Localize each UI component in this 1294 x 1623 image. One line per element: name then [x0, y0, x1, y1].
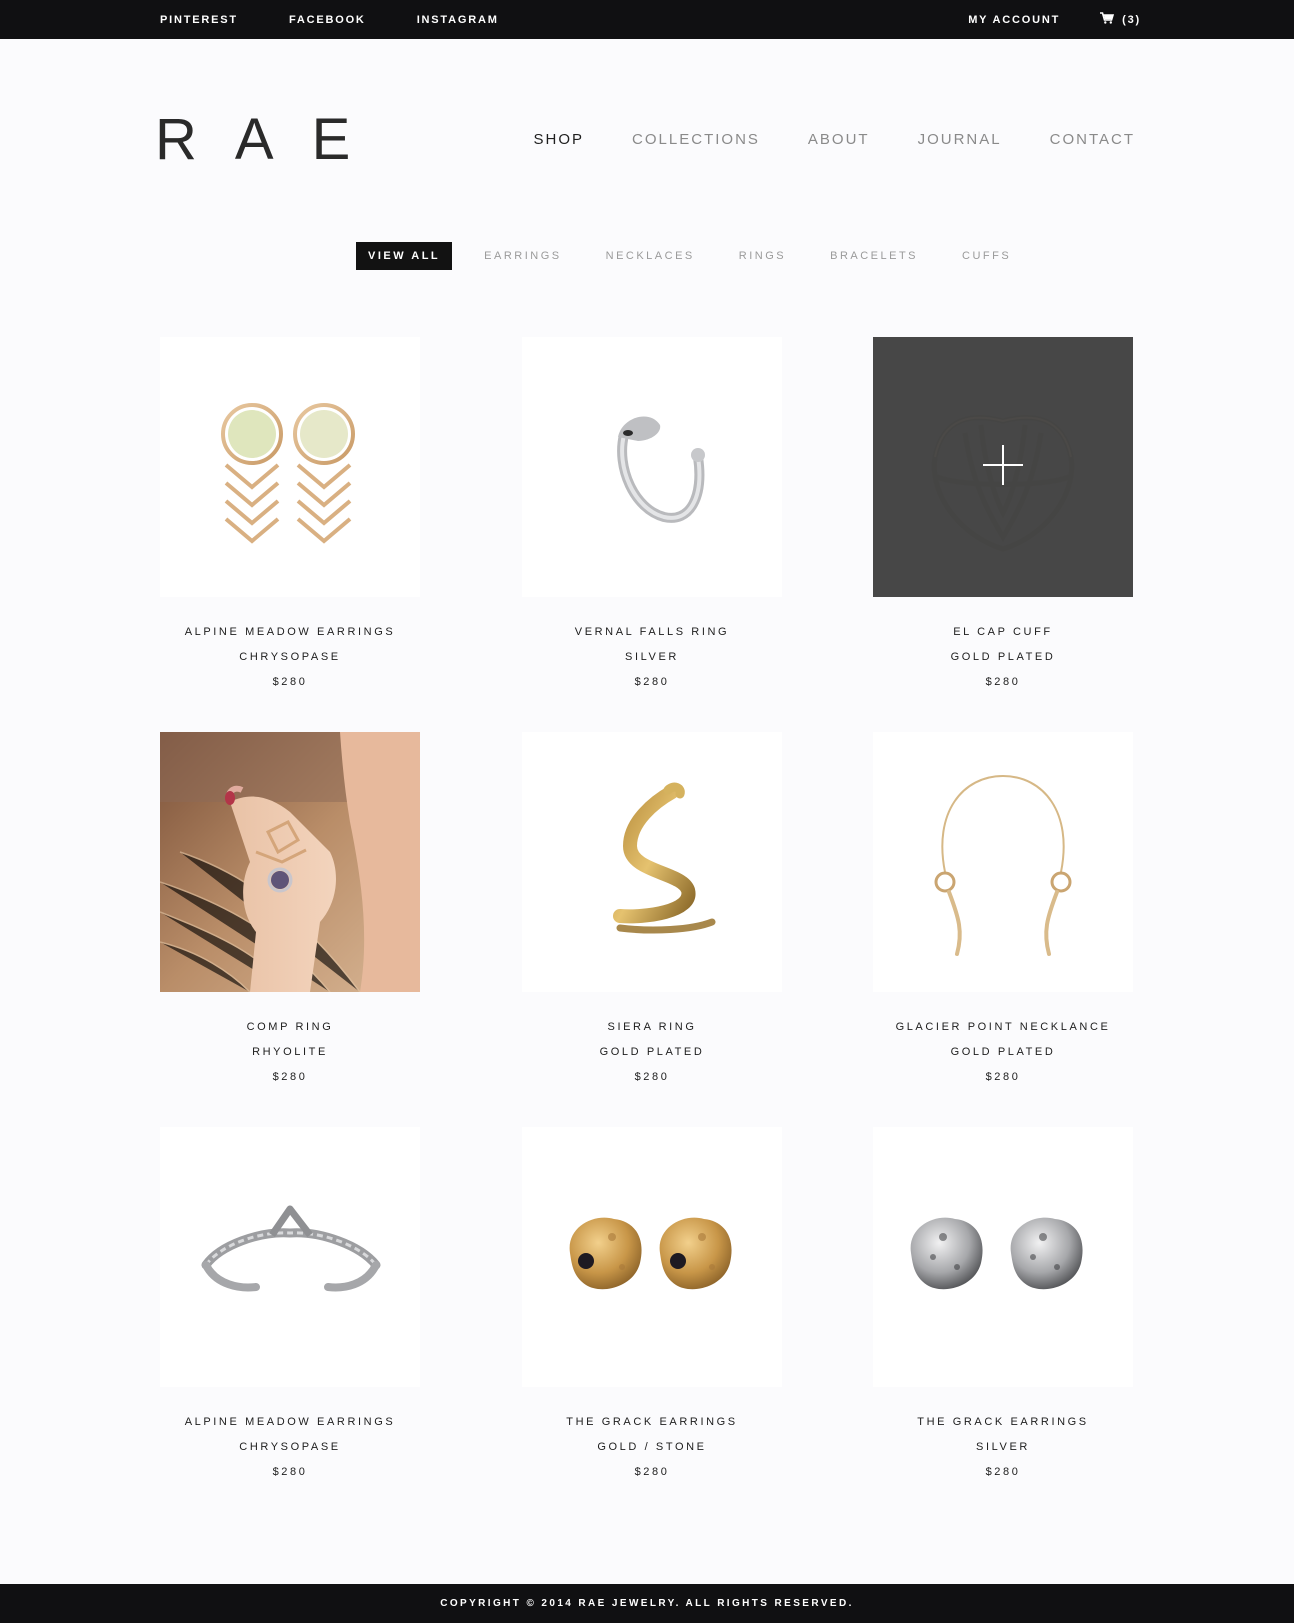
product-info: ALPINE MEADOW EARRINGS CHRYSOPASE $280 [120, 620, 460, 695]
product-price: $280 [272, 676, 308, 688]
product-name: ALPINE MEADOW EARRINGS [184, 1416, 396, 1428]
footer: COPYRIGHT © 2014 RAE JEWELRY. ALL RIGHTS… [0, 1584, 1294, 1623]
product-name: EL CAP CUFF [953, 626, 1053, 638]
product-image[interactable] [160, 732, 420, 992]
pinterest-link[interactable]: PINTEREST [160, 14, 238, 26]
nav-contact[interactable]: CONTACT [1050, 131, 1135, 148]
product-image[interactable] [522, 732, 782, 992]
product-material: GOLD / STONE [597, 1441, 707, 1453]
product-name: GLACIER POINT NECKLANCE [895, 1021, 1111, 1033]
product-material: GOLD PLATED [950, 1046, 1056, 1058]
product-name: SIERA RING [607, 1021, 697, 1033]
cart-button[interactable]: (3) [1100, 12, 1141, 27]
instagram-link[interactable]: INSTAGRAM [417, 14, 499, 26]
product-material: GOLD PLATED [599, 1046, 705, 1058]
product-price: $280 [634, 1071, 670, 1083]
product-price: $280 [272, 1466, 308, 1478]
filter-bracelets[interactable]: BRACELETS [830, 250, 918, 262]
product-info: GLACIER POINT NECKLANCE GOLD PLATED $280 [833, 1015, 1173, 1090]
facebook-link[interactable]: FACEBOOK [289, 14, 366, 26]
product-name: VERNAL FALLS RING [574, 626, 730, 638]
product-price: $280 [985, 676, 1021, 688]
product-name: THE GRACK EARRINGS [566, 1416, 738, 1428]
site-logo[interactable]: RAE [155, 110, 388, 170]
product-material: RHYOLITE [252, 1046, 328, 1058]
social-links: PINTEREST FACEBOOK INSTAGRAM [160, 0, 550, 39]
product-info: SIERA RING GOLD PLATED $280 [482, 1015, 822, 1090]
filter-view-all[interactable]: VIEW ALL [356, 242, 453, 270]
product-name: ALPINE MEADOW EARRINGS [184, 626, 396, 638]
filter-cuffs[interactable]: CUFFS [962, 250, 1011, 262]
cart-icon [1100, 12, 1122, 27]
plus-icon[interactable] [873, 445, 1133, 601]
cart-count: (3) [1122, 13, 1141, 26]
nav-about[interactable]: ABOUT [808, 131, 870, 148]
product-material: CHRYSOPASE [239, 651, 341, 663]
filter-necklaces[interactable]: NECKLACES [606, 250, 695, 262]
product-image[interactable] [873, 732, 1133, 992]
product-name: THE GRACK EARRINGS [917, 1416, 1089, 1428]
product-info: VERNAL FALLS RING SILVER $280 [482, 620, 822, 695]
product-image[interactable] [160, 1127, 420, 1387]
nav-journal[interactable]: JOURNAL [918, 131, 1002, 148]
product-image[interactable] [522, 1127, 782, 1387]
product-price: $280 [634, 1466, 670, 1478]
product-material: CHRYSOPASE [239, 1441, 341, 1453]
product-image[interactable] [873, 1127, 1133, 1387]
product-price: $280 [985, 1071, 1021, 1083]
my-account-link[interactable]: MY ACCOUNT [968, 14, 1060, 26]
product-price: $280 [985, 1466, 1021, 1478]
hover-overlay[interactable] [873, 337, 1133, 597]
product-info: COMP RING RHYOLITE $280 [120, 1015, 460, 1090]
account-area: MY ACCOUNT (3) [968, 0, 1141, 39]
product-price: $280 [634, 676, 670, 688]
product-material: SILVER [625, 651, 679, 663]
product-info: THE GRACK EARRINGS SILVER $280 [833, 1410, 1173, 1485]
product-info: THE GRACK EARRINGS GOLD / STONE $280 [482, 1410, 822, 1485]
product-material: SILVER [976, 1441, 1030, 1453]
product-material: GOLD PLATED [950, 651, 1056, 663]
nav-collections[interactable]: COLLECTIONS [632, 131, 760, 148]
category-filters: VIEW ALL EARRINGS NECKLACES RINGS BRACEL… [356, 242, 1055, 270]
product-info: EL CAP CUFF GOLD PLATED $280 [833, 620, 1173, 695]
product-image[interactable] [160, 337, 420, 597]
top-bar: PINTEREST FACEBOOK INSTAGRAM MY ACCOUNT … [0, 0, 1294, 39]
nav-shop[interactable]: SHOP [534, 131, 585, 148]
filter-earrings[interactable]: EARRINGS [484, 250, 561, 262]
product-name: COMP RING [246, 1021, 334, 1033]
product-image[interactable] [522, 337, 782, 597]
main-nav: SHOP COLLECTIONS ABOUT JOURNAL CONTACT [486, 131, 1135, 148]
product-info: ALPINE MEADOW EARRINGS CHRYSOPASE $280 [120, 1410, 460, 1485]
copyright-text: COPYRIGHT © 2014 RAE JEWELRY. ALL RIGHTS… [440, 1598, 854, 1609]
product-price: $280 [272, 1071, 308, 1083]
filter-rings[interactable]: RINGS [739, 250, 786, 262]
